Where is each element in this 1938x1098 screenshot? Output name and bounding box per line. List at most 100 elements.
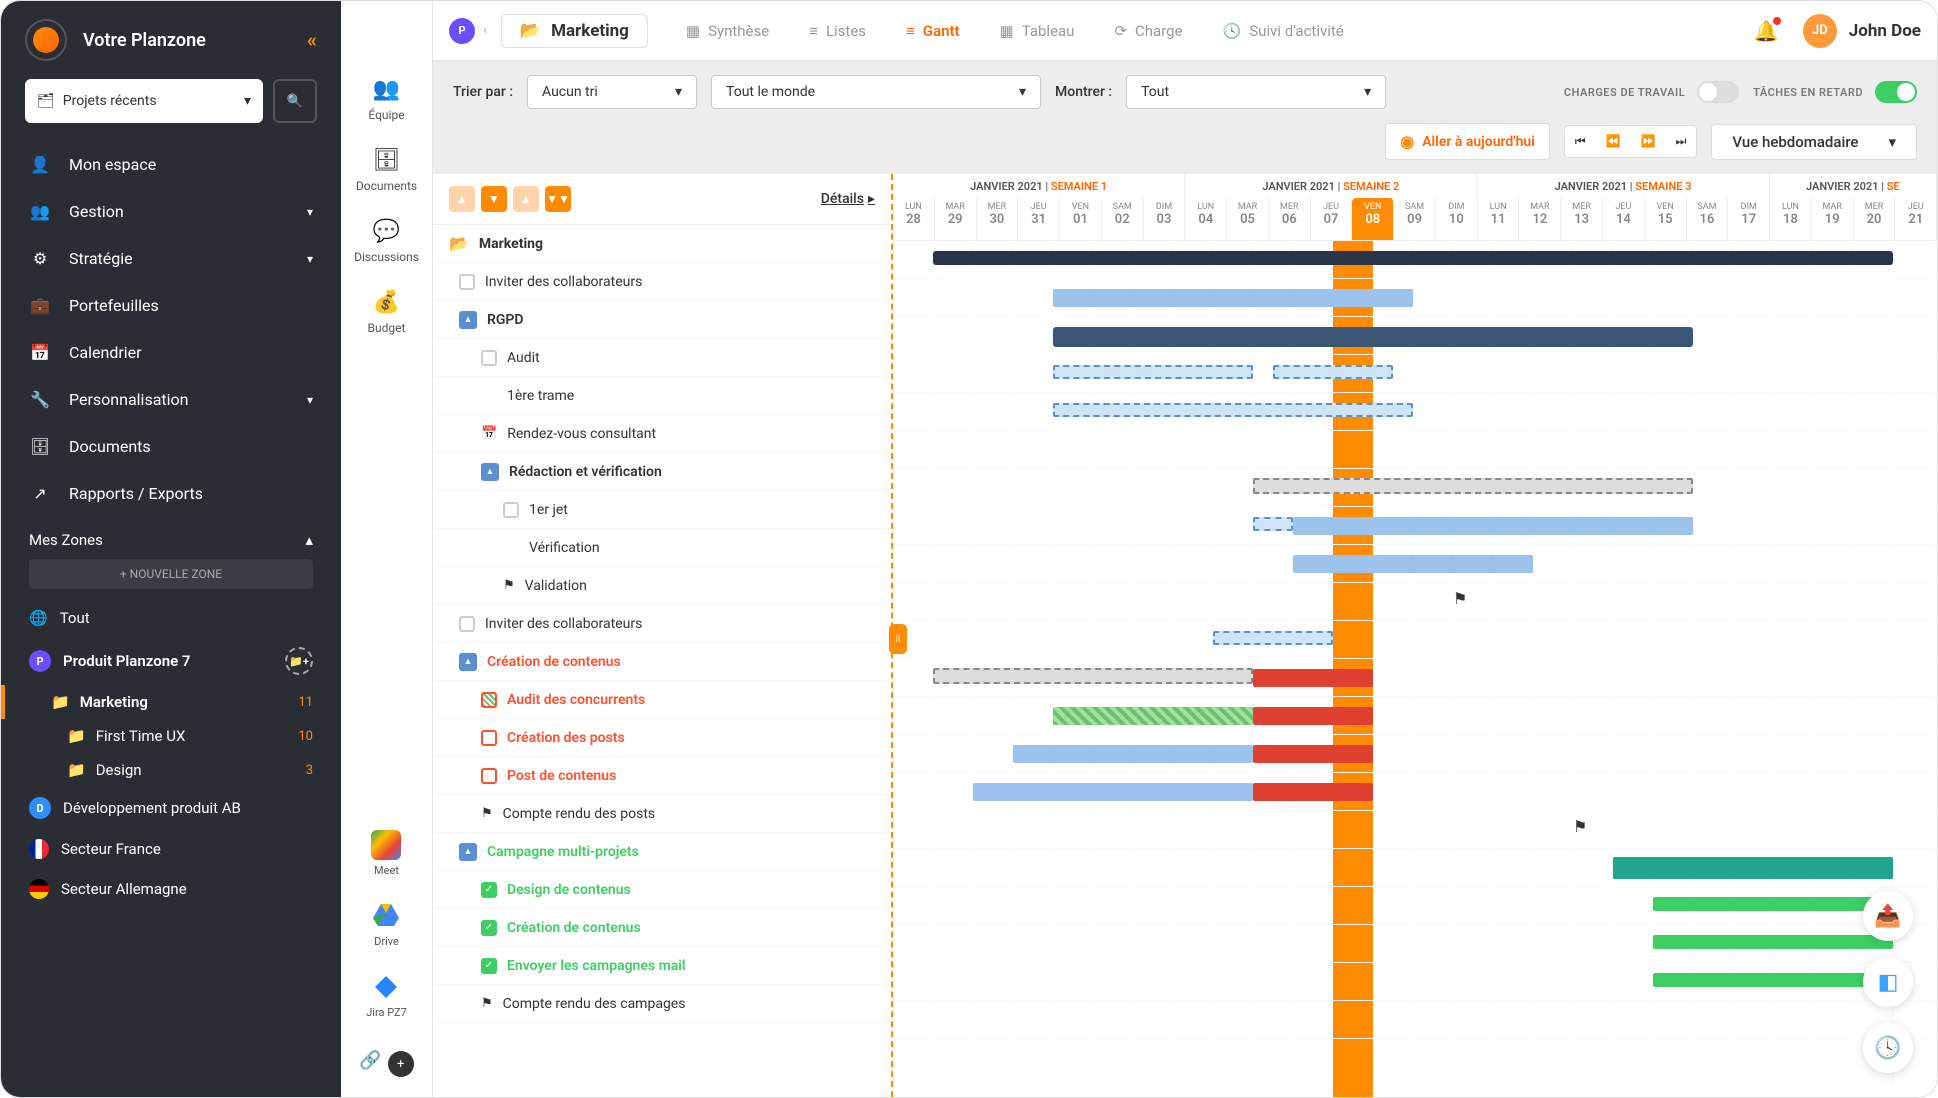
zone-all[interactable]: 🌐 Tout (1, 599, 341, 637)
gantt-row[interactable] (893, 431, 1937, 469)
show-select[interactable]: Tout▾ (1126, 75, 1386, 109)
checkbox[interactable] (503, 502, 519, 518)
checkbox-checked[interactable]: ✓ (481, 920, 497, 936)
gantt-row[interactable] (893, 507, 1937, 545)
notifications-button[interactable]: 🔔 (1754, 19, 1779, 43)
nav-stratgie[interactable]: ⚙Stratégie▾ (1, 235, 341, 282)
gantt-row[interactable] (893, 621, 1937, 659)
scope-select[interactable]: Tout le monde▾ (711, 75, 1041, 109)
tab-tableau[interactable]: ▦Tableau (982, 14, 1093, 48)
nav-rapportsexports[interactable]: ↗Rapports / Exports (1, 470, 341, 517)
go-today-button[interactable]: ◉ Aller à aujourd'hui (1385, 123, 1550, 160)
export-fab[interactable]: 📤 (1863, 891, 1913, 941)
user-menu[interactable]: JD John Doe (1803, 14, 1921, 48)
nav-first-button[interactable]: ⏮ (1565, 126, 1596, 157)
gantt-row[interactable] (893, 659, 1937, 697)
task-row[interactable]: Post de contenus (433, 757, 891, 795)
gantt-row[interactable] (893, 925, 1937, 963)
zone-produit[interactable]: P Produit Planzone 7 📁+ (1, 637, 341, 685)
task-row[interactable]: ⚑Compte rendu des campages (433, 985, 891, 1023)
tab-listes[interactable]: ≡Listes (791, 14, 884, 48)
task-row[interactable]: ✓Design de contenus (433, 871, 891, 909)
task-row[interactable]: ▲RGPD (433, 301, 891, 339)
sort-select[interactable]: Aucun tri▾ (527, 75, 697, 109)
app-jira[interactable]: Jira PZ7 (366, 972, 407, 1019)
zone-ux[interactable]: 📁 First Time UX 10 (1, 719, 341, 753)
checkbox[interactable] (459, 616, 475, 632)
mini-équipe[interactable]: 👥Équipe (354, 77, 419, 122)
view-select[interactable]: Vue hebdomadaire▾ (1711, 124, 1917, 160)
gantt-bar[interactable] (1273, 365, 1393, 379)
gantt-row[interactable] (893, 887, 1937, 925)
gantt-bar[interactable] (973, 783, 1253, 801)
gantt-bar[interactable] (933, 668, 1253, 684)
nav-documents[interactable]: 🗄Documents (1, 423, 341, 470)
history-fab[interactable]: 🕓 (1863, 1023, 1913, 1073)
gantt-bar[interactable] (1653, 897, 1893, 911)
gantt-row[interactable] (893, 735, 1937, 773)
collapse-all-button[interactable]: ▼▼ (545, 186, 571, 212)
gantt-row[interactable] (893, 355, 1937, 393)
nav-personnalisation[interactable]: 🔧Personnalisation▾ (1, 376, 341, 423)
app-meet[interactable]: Meet (371, 830, 401, 877)
task-row[interactable]: 1ère trame (433, 377, 891, 415)
tab-gantt[interactable]: ≡Gantt (888, 14, 978, 48)
gantt-bar[interactable] (1053, 365, 1253, 379)
gantt-bar[interactable] (1653, 973, 1893, 987)
gantt-bar[interactable] (1053, 327, 1693, 347)
gantt-row[interactable] (893, 393, 1937, 431)
collapse-group-icon[interactable]: ▲ (459, 843, 477, 861)
gantt-bar[interactable] (1013, 745, 1253, 763)
task-row[interactable]: Vérification (433, 529, 891, 567)
back-badge[interactable]: P (449, 18, 475, 44)
milestone-flag-icon[interactable]: ⚑ (1453, 589, 1467, 608)
gantt-row[interactable] (893, 317, 1937, 355)
gantt-bar[interactable] (1253, 745, 1373, 763)
add-folder-icon[interactable]: 📁+ (285, 647, 313, 675)
gantt-row[interactable] (893, 849, 1937, 887)
gantt-row[interactable] (893, 545, 1937, 583)
checkbox[interactable] (481, 350, 497, 366)
task-row[interactable]: 📂Marketing (433, 225, 891, 263)
gantt-bar[interactable] (1293, 555, 1533, 573)
zone-design[interactable]: 📁 Design 3 (1, 753, 341, 787)
zones-section-title[interactable]: Mes Zones ▴ (1, 517, 341, 559)
gantt-row[interactable]: ⚑ (893, 811, 1937, 849)
zone-dev[interactable]: D Développement produit AB (1, 787, 341, 829)
tab-synthse[interactable]: ▦Synthèse (668, 14, 787, 48)
mini-documents[interactable]: 🗄Documents (354, 148, 419, 193)
zone-marketing[interactable]: 📁 Marketing 11 (1, 685, 341, 719)
expand-all-button[interactable]: ▲ (449, 186, 475, 212)
gantt-row[interactable] (893, 963, 1937, 1001)
tab-suividactivit[interactable]: 🕓Suivi d'activité (1205, 14, 1362, 48)
checkbox[interactable] (481, 730, 497, 746)
nav-monespace[interactable]: 👤Mon espace (1, 141, 341, 188)
task-row[interactable]: ▲Campagne multi-projets (433, 833, 891, 871)
checkbox-checked[interactable]: ✓ (481, 882, 497, 898)
gantt-row[interactable] (893, 241, 1937, 279)
task-row[interactable]: Audit des concurrents (433, 681, 891, 719)
gantt-bar[interactable] (1253, 517, 1293, 531)
zone-germany[interactable]: Secteur Allemagne (1, 869, 341, 909)
gantt-row[interactable] (893, 697, 1937, 735)
compare-fab[interactable]: ◧ (1863, 957, 1913, 1007)
collapse-level-button[interactable]: ▼ (481, 186, 507, 212)
expand-level-button[interactable]: ▲ (513, 186, 539, 212)
task-row[interactable]: Audit (433, 339, 891, 377)
gantt-bar[interactable] (1253, 783, 1373, 801)
gantt-bar[interactable] (1293, 517, 1693, 535)
gantt-bar[interactable] (1053, 707, 1253, 725)
splitter-handle[interactable]: || (889, 624, 907, 654)
gantt-bar[interactable] (1253, 669, 1373, 687)
charges-toggle[interactable] (1697, 81, 1739, 103)
app-logo[interactable] (25, 19, 67, 61)
late-toggle[interactable] (1875, 81, 1917, 103)
milestone-flag-icon[interactable]: ⚑ (1573, 817, 1587, 836)
search-button[interactable]: 🔍 (273, 79, 317, 123)
chevron-left-icon[interactable]: ‹ (483, 23, 487, 38)
task-row[interactable]: ⚑Compte rendu des posts (433, 795, 891, 833)
app-drive[interactable]: Drive (371, 901, 401, 948)
nav-portefeuilles[interactable]: 💼Portefeuilles (1, 282, 341, 329)
gantt-row[interactable] (893, 773, 1937, 811)
mini-discussions[interactable]: 💬Discussions (354, 219, 419, 264)
